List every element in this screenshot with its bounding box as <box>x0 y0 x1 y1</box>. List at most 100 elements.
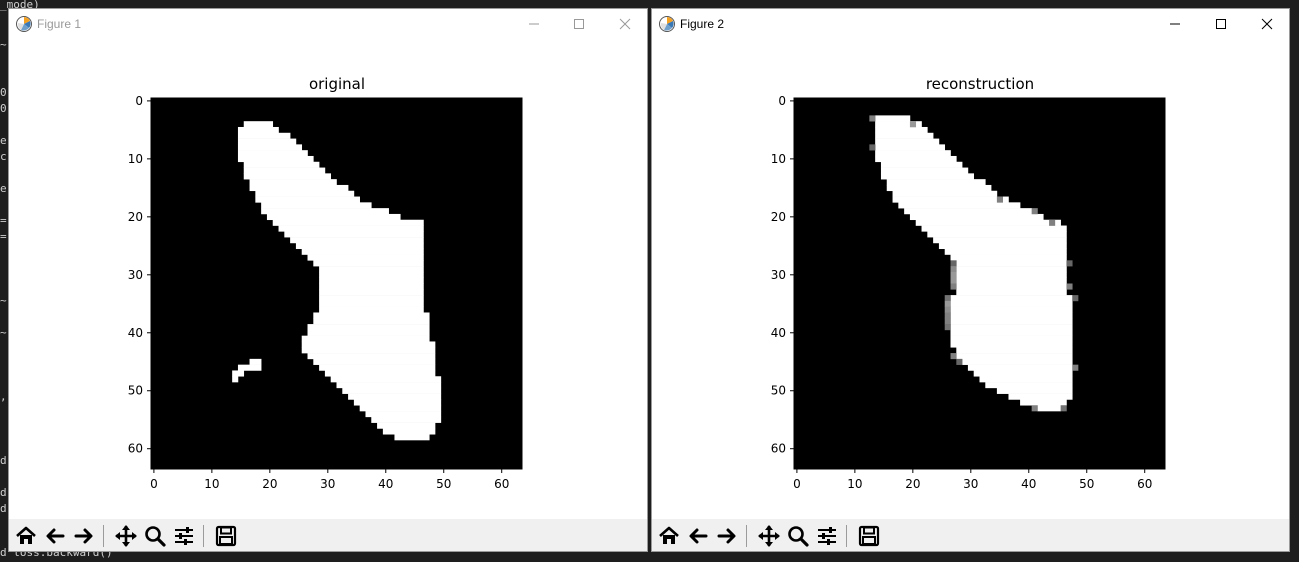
y-tick-label: 40 <box>771 326 786 340</box>
x-axis: 0 10 20 30 40 50 60 <box>793 469 1152 491</box>
code-line: 0 <box>0 102 7 115</box>
back-button[interactable] <box>684 522 712 550</box>
zoom-button[interactable] <box>141 522 169 550</box>
back-button[interactable] <box>41 522 69 550</box>
x-tick-label: 30 <box>963 477 978 491</box>
pixel-span <box>956 289 1067 296</box>
forward-icon <box>74 528 93 544</box>
pixel-span <box>237 150 308 157</box>
close-button[interactable] <box>602 9 647 39</box>
figure-canvas[interactable]: original 0 10 20 30 40 50 60 0 10 20 30 40 50 60 <box>9 39 647 519</box>
image-plot[interactable]: original 0 10 20 30 40 50 60 0 10 20 30 40 50 60 <box>9 39 648 519</box>
pixel-span <box>243 167 326 174</box>
y-tick-label: 20 <box>128 210 143 224</box>
home-button[interactable] <box>655 522 683 550</box>
pixel-span <box>956 353 1073 360</box>
figure-1-window[interactable]: Figure 1 original 0 10 20 30 40 50 60 0 10 20 30 4… <box>8 8 648 552</box>
pixel-span <box>950 324 1073 331</box>
pixel-span <box>319 289 424 296</box>
pixel-span <box>284 231 424 238</box>
forward-button[interactable] <box>713 522 741 550</box>
pixel-span <box>956 283 1067 290</box>
pixel-span <box>319 266 424 273</box>
pixel-span <box>243 121 274 128</box>
home-icon <box>659 526 679 544</box>
pixel-span <box>950 306 1073 313</box>
code-line: c <box>0 150 7 163</box>
forward-icon <box>717 528 736 544</box>
pixel-span <box>313 312 430 319</box>
toolbar-separator <box>103 525 104 547</box>
pixel-span <box>950 341 1073 348</box>
minimize-icon <box>529 23 539 25</box>
pixel-span <box>371 416 442 423</box>
code-line: d <box>0 454 7 467</box>
pan-button[interactable] <box>112 522 140 550</box>
code-line: ~ <box>0 326 7 339</box>
pixel-span <box>266 213 401 221</box>
back-icon <box>689 528 708 544</box>
save-button[interactable] <box>855 522 883 550</box>
pixel-edge <box>950 277 957 284</box>
pixel-span <box>956 266 1067 273</box>
pixel-span <box>255 196 360 203</box>
figure-2-window[interactable]: Figure 2 reconstruction 0 10 20 30 40 50 60 0 1… <box>651 8 1290 552</box>
pixel-edge <box>950 266 957 273</box>
plot-title: original <box>309 75 365 93</box>
save-button[interactable] <box>212 522 240 550</box>
configure-subplots-button[interactable] <box>170 522 198 550</box>
y-tick-label: 40 <box>128 326 143 340</box>
close-button[interactable] <box>1244 9 1289 39</box>
pixel-span <box>319 277 424 284</box>
figure-canvas[interactable]: reconstruction 0 10 20 30 40 50 60 0 10 20 30 40 50… <box>652 39 1289 519</box>
title-bar[interactable]: Figure 2 <box>652 9 1289 39</box>
pixel-span <box>249 358 262 365</box>
minimize-button[interactable] <box>511 9 557 39</box>
back-icon <box>46 528 65 544</box>
pixel-span <box>382 428 436 435</box>
pixel-span <box>875 132 934 139</box>
x-tick-label: 30 <box>320 477 335 491</box>
x-tick-label: 20 <box>905 477 920 491</box>
pixel-edge <box>1049 219 1056 226</box>
pixel-span <box>880 173 975 180</box>
x-tick-label: 50 <box>436 477 451 491</box>
pan-button[interactable] <box>755 522 783 550</box>
pixel-edge <box>944 324 951 331</box>
pixel-span <box>950 254 1067 261</box>
pixel-span <box>243 161 320 168</box>
forward-button[interactable] <box>70 522 98 550</box>
pixel-span <box>886 184 992 192</box>
pixel-span <box>956 271 1067 279</box>
pixel-span <box>967 364 1073 371</box>
plot-title: reconstruction <box>926 75 1034 93</box>
pixel-span <box>886 179 986 186</box>
pixel-span <box>249 184 349 192</box>
code-line: = <box>0 230 7 243</box>
navigation-toolbar <box>652 519 1289 551</box>
configure-subplots-button[interactable] <box>813 522 841 550</box>
pixel-edge <box>944 318 951 325</box>
title-bar[interactable]: Figure 1 <box>9 9 647 39</box>
pixel-edge <box>950 260 957 267</box>
minimize-button[interactable] <box>1152 9 1198 39</box>
pixel-span <box>909 213 1044 221</box>
configure-icon <box>818 527 836 545</box>
zoom-button[interactable] <box>784 522 812 550</box>
pixel-span <box>278 225 424 232</box>
pixel-span <box>307 353 436 360</box>
maximize-icon <box>574 19 584 29</box>
maximize-button[interactable] <box>556 9 602 39</box>
x-tick-label: 40 <box>378 477 393 491</box>
image-plot[interactable]: reconstruction 0 10 20 30 40 50 60 0 10 20 30 40 50… <box>652 39 1290 519</box>
y-tick-label: 50 <box>771 384 786 398</box>
pixel-span <box>261 208 389 215</box>
code-line: 0 <box>0 86 7 99</box>
code-line: e <box>0 182 7 195</box>
x-tick-label: 40 <box>1021 477 1036 491</box>
pixel-span <box>324 370 436 377</box>
maximize-icon <box>1216 19 1226 29</box>
pixel-span <box>319 306 424 313</box>
home-button[interactable] <box>12 522 40 550</box>
maximize-button[interactable] <box>1198 9 1244 39</box>
